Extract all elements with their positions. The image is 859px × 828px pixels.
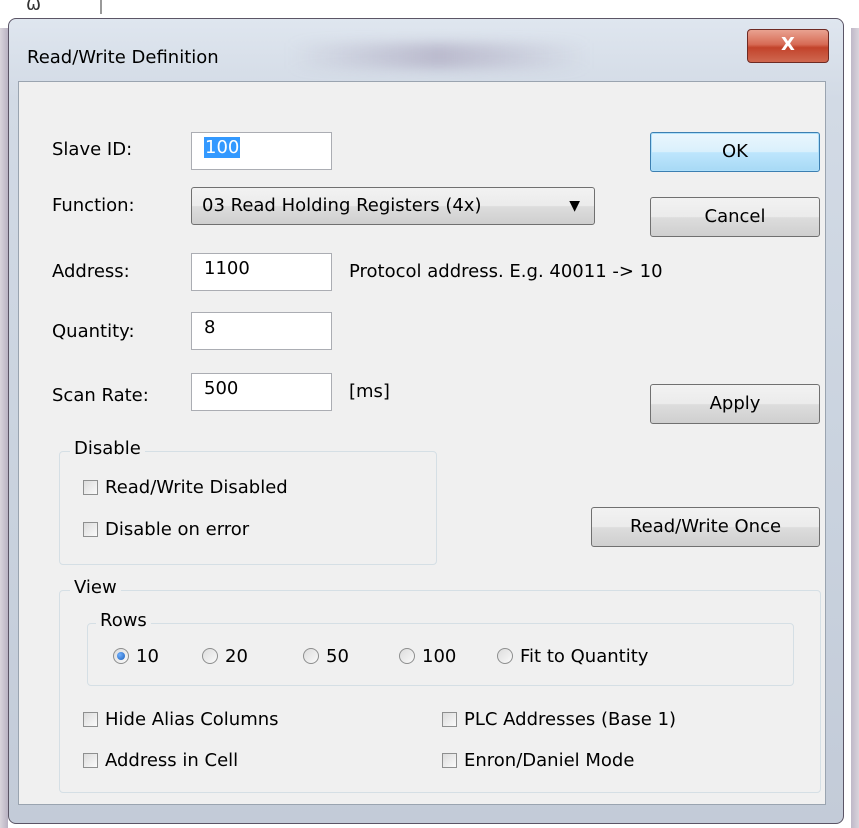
dialog-title: Read/Write Definition bbox=[27, 47, 219, 68]
address-value: 1100 bbox=[204, 258, 250, 279]
view-group-title: View bbox=[70, 577, 121, 598]
checkbox-icon bbox=[442, 712, 457, 727]
scan-rate-input[interactable]: 500 bbox=[191, 373, 332, 411]
radio-selected-icon bbox=[113, 648, 129, 664]
cancel-button[interactable]: Cancel bbox=[650, 197, 820, 237]
read-write-disabled-label: Read/Write Disabled bbox=[105, 477, 288, 498]
disable-on-error-checkbox[interactable]: Disable on error bbox=[83, 519, 249, 540]
address-hint: Protocol address. E.g. 40011 -> 10 bbox=[349, 261, 663, 282]
quantity-value: 8 bbox=[204, 317, 216, 338]
function-value: 03 Read Holding Registers (4x) bbox=[202, 195, 482, 216]
rows-radio-50[interactable]: 50 bbox=[303, 646, 349, 667]
quantity-label: Quantity: bbox=[52, 321, 135, 342]
background-glyph: ω bbox=[26, 0, 42, 15]
close-button[interactable]: X bbox=[747, 29, 829, 63]
rows-option-label: 20 bbox=[225, 646, 248, 667]
slave-id-value: 100 bbox=[204, 137, 241, 158]
background-divider bbox=[100, 0, 102, 14]
disable-on-error-label: Disable on error bbox=[105, 519, 250, 540]
hide-alias-columns-checkbox[interactable]: Hide Alias Columns bbox=[83, 709, 279, 730]
read-write-once-button[interactable]: Read/Write Once bbox=[591, 507, 820, 547]
address-input[interactable]: 1100 bbox=[191, 253, 332, 291]
radio-icon bbox=[399, 648, 415, 664]
apply-button[interactable]: Apply bbox=[650, 384, 820, 424]
rows-option-label: Fit to Quantity bbox=[520, 646, 649, 667]
enron-daniel-mode-label: Enron/Daniel Mode bbox=[464, 750, 635, 771]
ok-button[interactable]: OK bbox=[650, 132, 820, 172]
rows-option-label: 100 bbox=[422, 646, 457, 667]
rows-radio-fit-to-quantity[interactable]: Fit to Quantity bbox=[497, 646, 648, 667]
checkbox-icon bbox=[83, 753, 98, 768]
dialog-client-area: Slave ID: 100 Function: 03 Read Holding … bbox=[18, 81, 826, 805]
scan-rate-value: 500 bbox=[204, 378, 239, 399]
checkbox-icon bbox=[83, 480, 98, 495]
scan-rate-label: Scan Rate: bbox=[52, 385, 149, 406]
checkbox-icon bbox=[442, 753, 457, 768]
rows-radio-10[interactable]: 10 bbox=[113, 646, 159, 667]
radio-icon bbox=[303, 648, 319, 664]
disable-group-title: Disable bbox=[70, 438, 145, 459]
function-label: Function: bbox=[52, 195, 135, 216]
function-dropdown[interactable]: 03 Read Holding Registers (4x) ▼ bbox=[191, 187, 595, 225]
background-right-edge bbox=[851, 28, 859, 828]
plc-addresses-label: PLC Addresses (Base 1) bbox=[464, 709, 677, 730]
close-icon: X bbox=[781, 34, 795, 55]
address-in-cell-checkbox[interactable]: Address in Cell bbox=[83, 750, 238, 771]
read-write-disabled-checkbox[interactable]: Read/Write Disabled bbox=[83, 477, 288, 498]
address-label: Address: bbox=[52, 261, 130, 282]
title-bar-blur bbox=[289, 43, 589, 69]
slave-id-label: Slave ID: bbox=[52, 139, 133, 160]
plc-addresses-checkbox[interactable]: PLC Addresses (Base 1) bbox=[442, 709, 676, 730]
slave-id-input[interactable]: 100 bbox=[191, 132, 332, 170]
hide-alias-columns-label: Hide Alias Columns bbox=[105, 709, 279, 730]
checkbox-icon bbox=[83, 522, 98, 537]
quantity-input[interactable]: 8 bbox=[191, 312, 332, 350]
chevron-down-icon: ▼ bbox=[569, 198, 580, 214]
radio-icon bbox=[497, 648, 513, 664]
background-left-edge bbox=[0, 28, 8, 828]
title-bar[interactable]: Read/Write Definition X bbox=[9, 19, 843, 81]
scan-rate-unit: [ms] bbox=[349, 381, 390, 402]
checkbox-icon bbox=[83, 712, 98, 727]
rows-option-label: 50 bbox=[326, 646, 349, 667]
rows-radio-100[interactable]: 100 bbox=[399, 646, 456, 667]
enron-daniel-mode-checkbox[interactable]: Enron/Daniel Mode bbox=[442, 750, 634, 771]
rows-option-label: 10 bbox=[136, 646, 159, 667]
rows-radio-20[interactable]: 20 bbox=[202, 646, 248, 667]
disable-group: Disable bbox=[59, 438, 437, 565]
radio-icon bbox=[202, 648, 218, 664]
rows-group-title: Rows bbox=[96, 610, 151, 631]
address-in-cell-label: Address in Cell bbox=[105, 750, 239, 771]
read-write-definition-dialog: Read/Write Definition X Slave ID: 100 Fu… bbox=[8, 18, 844, 824]
